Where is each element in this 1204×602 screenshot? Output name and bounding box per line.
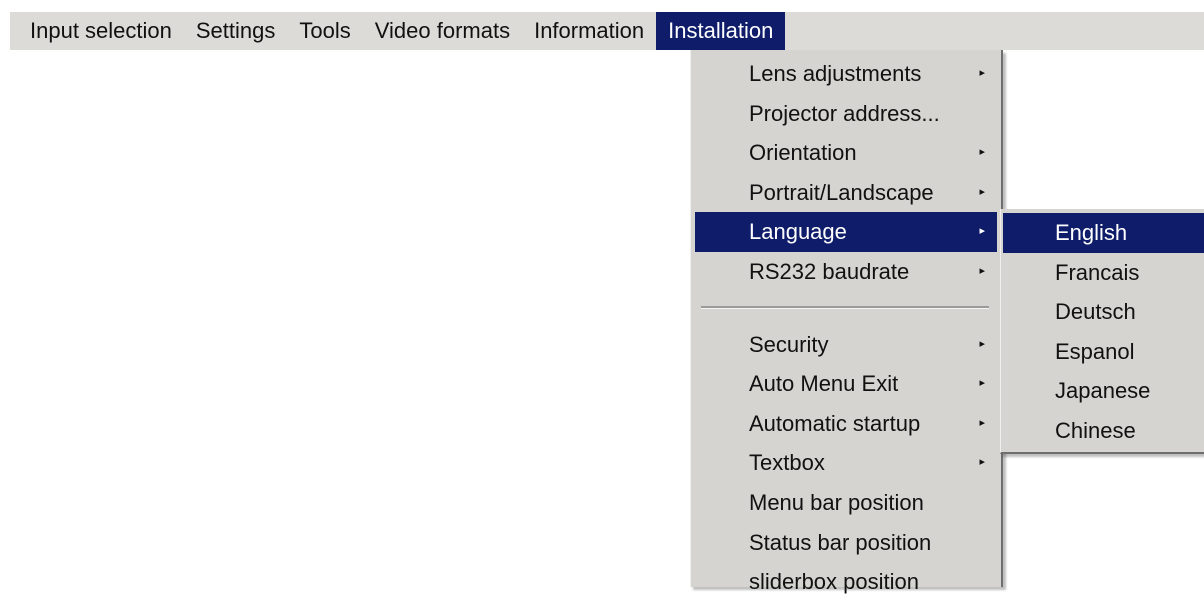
submenu-arrow-icon: ▸ (979, 416, 985, 429)
submenu-arrow-icon: ▸ (979, 225, 985, 238)
menu-item-label: Language (749, 219, 847, 245)
menu-installation[interactable]: Installation (656, 12, 786, 50)
language-option-francais[interactable]: Francais (1003, 253, 1204, 293)
menu-item-security[interactable]: Security ▸ (695, 325, 997, 365)
menu-information[interactable]: Information (522, 12, 656, 50)
menu-item-label: Orientation (749, 140, 857, 166)
submenu-arrow-icon: ▸ (979, 264, 985, 277)
menu-input-selection[interactable]: Input selection (10, 12, 184, 50)
menu-item-lens-adjustments[interactable]: Lens adjustments ▸ (695, 54, 997, 94)
submenu-arrow-icon: ▸ (979, 146, 985, 159)
menu-item-label: RS232 baudrate (749, 258, 910, 284)
menu-item-textbox[interactable]: Textbox ▸ (695, 443, 997, 483)
menu-item-rs232-baudrate[interactable]: RS232 baudrate ▸ (695, 252, 997, 292)
menu-item-label: Auto Menu Exit (749, 371, 899, 397)
menu-item-projector-address[interactable]: Projector address... (695, 94, 997, 134)
submenu-arrow-icon: ▸ (979, 67, 985, 79)
menu-settings[interactable]: Settings (184, 12, 288, 50)
submenu-arrow-icon: ▸ (979, 456, 985, 469)
installation-dropdown: Lens adjustments ▸ Projector address... … (690, 50, 1003, 594)
menu-separator (701, 305, 989, 309)
menu-tools[interactable]: Tools (287, 12, 362, 50)
menu-item-sliderbox-position[interactable]: sliderbox position (695, 562, 997, 602)
menu-item-label: sliderbox position (749, 569, 919, 595)
submenu-arrow-icon: ▸ (979, 337, 985, 350)
menu-item-orientation[interactable]: Orientation ▸ (695, 133, 997, 173)
language-submenu: English Francais Deutsch Espanol Japanes… (1000, 209, 1204, 454)
language-option-english[interactable]: English (1003, 213, 1204, 253)
menu-video-formats[interactable]: Video formats (363, 12, 522, 50)
menu-item-label: Security (749, 331, 829, 357)
menu-item-portrait-landscape[interactable]: Portrait/Landscape ▸ (695, 173, 997, 213)
menu-item-label: Menu bar position (749, 489, 924, 515)
menu-item-status-bar-position[interactable]: Status bar position (695, 523, 997, 563)
menu-item-menu-bar-position[interactable]: Menu bar position (695, 483, 997, 523)
language-option-japanese[interactable]: Japanese (1003, 371, 1204, 411)
menu-item-label: Portrait/Landscape (749, 179, 934, 205)
menu-item-language[interactable]: Language ▸ (695, 212, 997, 252)
language-option-espanol[interactable]: Espanol (1003, 332, 1204, 372)
menu-item-label: Textbox (749, 450, 825, 476)
language-option-deutsch[interactable]: Deutsch (1003, 292, 1204, 332)
menu-item-auto-menu-exit[interactable]: Auto Menu Exit ▸ (695, 364, 997, 404)
menu-item-label: Projector address... (749, 100, 940, 126)
submenu-arrow-icon: ▸ (979, 185, 985, 198)
menu-item-label: Lens adjustments (749, 61, 922, 86)
language-option-chinese[interactable]: Chinese (1003, 411, 1204, 451)
submenu-arrow-icon: ▸ (979, 377, 985, 390)
menu-bar: Input selection Settings Tools Video for… (10, 12, 1204, 50)
menu-item-automatic-startup[interactable]: Automatic startup ▸ (695, 404, 997, 444)
menu-item-label: Status bar position (749, 529, 932, 555)
menu-item-label: Automatic startup (749, 410, 921, 436)
